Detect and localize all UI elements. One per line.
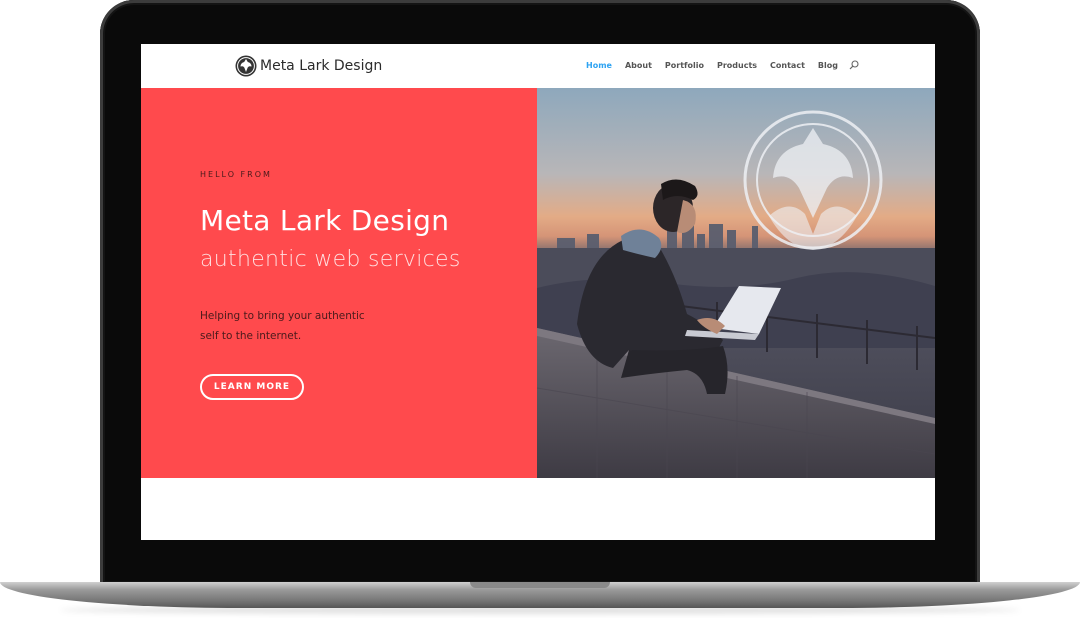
laptop-notch <box>470 582 610 588</box>
hero-photo <box>537 88 935 478</box>
laptop-screen: Meta Lark Design Home About Portfolio Pr… <box>141 44 935 540</box>
hero-description-line-2: self to the internet. <box>200 330 302 342</box>
hero-description-line-1: Helping to bring your authentic <box>200 310 365 322</box>
nav-item-portfolio[interactable]: Portfolio <box>665 61 704 70</box>
nav-item-about[interactable]: About <box>625 61 652 70</box>
site-header: Meta Lark Design Home About Portfolio Pr… <box>141 44 935 89</box>
content-area <box>141 478 935 540</box>
main-nav: Home About Portfolio Products Contact Bl… <box>586 60 859 70</box>
laptop-shadow <box>60 606 1020 614</box>
nav-item-blog[interactable]: Blog <box>818 61 838 70</box>
hero-title: Meta Lark Design <box>200 204 450 237</box>
site-logo[interactable]: Meta Lark Design <box>235 55 382 77</box>
site-logo-text: Meta Lark Design <box>260 58 383 74</box>
hero-subtitle: authentic web services <box>200 247 461 272</box>
hero-image <box>537 88 935 478</box>
search-icon[interactable] <box>849 60 859 70</box>
learn-more-button[interactable]: LEARN MORE <box>200 374 304 400</box>
hero-description: Helping to bring your authentic self to … <box>200 306 400 346</box>
nav-item-home[interactable]: Home <box>586 61 612 70</box>
nav-item-products[interactable]: Products <box>717 61 757 70</box>
hero-panel: HELLO FROM Meta Lark Design authentic we… <box>141 88 537 478</box>
hero-eyebrow: HELLO FROM <box>200 170 272 179</box>
nav-item-contact[interactable]: Contact <box>770 61 805 70</box>
lark-emblem-icon <box>235 55 257 77</box>
